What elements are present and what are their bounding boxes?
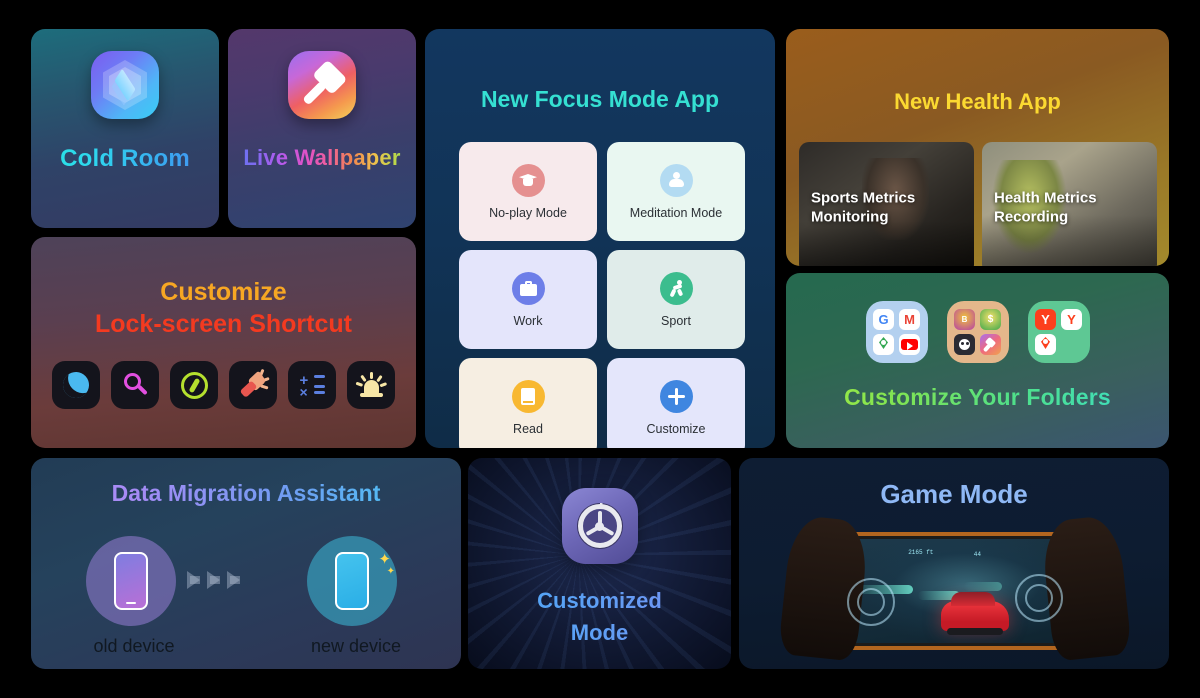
shortcut-search[interactable] xyxy=(111,361,159,409)
sports-metrics-caption: Sports Metrics Monitoring xyxy=(811,189,916,225)
customized-mode-title-line2: Mode xyxy=(468,620,731,646)
card-focus-mode-app[interactable]: New Focus Mode App No-play Mode Meditati… xyxy=(425,29,775,448)
google-icon: G xyxy=(873,309,894,330)
sparkle-icon: ✦ xyxy=(378,551,391,568)
google-folder[interactable]: G M xyxy=(865,301,928,363)
focus-tile-label: Sport xyxy=(661,313,691,328)
yandex-folder[interactable]: Y Y xyxy=(1027,301,1090,363)
shortcut-do-not-disturb[interactable] xyxy=(52,361,100,409)
old-device-label: old device xyxy=(93,636,175,656)
health-app-title: New Health App xyxy=(894,89,1061,114)
feature-showcase-board: Cold Room Live Wallpaper Customize Lock-… xyxy=(0,0,1200,698)
briefcase-icon xyxy=(511,271,545,305)
game-hud-left: 2165 ft xyxy=(908,549,934,557)
game-mode-title: Game Mode xyxy=(880,479,1028,509)
yandex-browser-icon: Y xyxy=(1035,309,1056,330)
old-phone-icon xyxy=(114,552,148,610)
migration-title: Data Migration Assistant xyxy=(31,480,461,507)
new-phone-icon xyxy=(335,552,369,610)
folder-row: G M B $ Y Y xyxy=(786,301,1169,363)
focus-mode-grid: No-play Mode Meditation Mode Work Sport … xyxy=(459,142,745,448)
meditation-person-icon xyxy=(659,163,693,197)
new-device-label: new device xyxy=(310,636,402,656)
bingo-game-icon: B xyxy=(954,309,975,330)
paint-brush-icon xyxy=(288,51,356,119)
arrow-right-icon xyxy=(207,571,220,589)
google-maps-icon xyxy=(873,334,894,355)
new-device-illustration: ✦ ✦ xyxy=(307,536,397,626)
live-wallpaper-title: Live Wallpaper xyxy=(228,145,416,171)
card-customize-folders[interactable]: G M B $ Y Y Customize Your Folders xyxy=(786,273,1169,448)
graduation-cap-icon xyxy=(511,163,545,197)
focus-tile-label: Meditation Mode xyxy=(629,205,723,220)
gear-settings-icon xyxy=(561,488,638,564)
old-device-illustration xyxy=(86,536,176,626)
yandex-app-icon: Y xyxy=(1061,309,1082,330)
arrow-right-icon xyxy=(187,571,200,589)
card-lock-screen-shortcut[interactable]: Customize Lock-screen Shortcut + × xyxy=(31,237,416,448)
search-magnifier-icon xyxy=(122,372,148,398)
focus-tile-label: Read xyxy=(513,421,543,436)
flashlight-icon xyxy=(236,368,270,401)
game-hud-right: 44 xyxy=(973,551,981,559)
folders-title: Customize Your Folders xyxy=(786,384,1169,411)
card-game-mode[interactable]: Game Mode 2165 ft 44 xyxy=(739,458,1169,669)
health-metrics-photo[interactable]: Health Metrics Recording xyxy=(982,142,1157,266)
race-car-icon xyxy=(940,592,1009,636)
card-live-wallpaper[interactable]: Live Wallpaper xyxy=(228,29,416,228)
gmail-icon: M xyxy=(899,309,920,330)
shortcut-calculator[interactable]: + × xyxy=(288,361,336,409)
card-health-app[interactable]: New Health App Sports Metrics Monitoring… xyxy=(786,29,1169,266)
siren-alarm-icon xyxy=(355,372,387,398)
games-folder[interactable]: B $ xyxy=(946,301,1009,363)
dog-game-icon xyxy=(954,334,975,355)
shortcut-compass[interactable] xyxy=(170,361,218,409)
focus-tile-label: Work xyxy=(513,313,543,328)
touch-ripple-icon xyxy=(1025,584,1053,612)
do-not-disturb-moon-icon xyxy=(59,368,93,402)
lock-screen-title-line1: Customize xyxy=(160,278,287,306)
migration-arrows xyxy=(187,571,240,589)
shortcut-flashlight[interactable] xyxy=(229,361,277,409)
focus-tile-sport[interactable]: Sport xyxy=(607,250,745,349)
arrow-right-icon xyxy=(227,571,240,589)
touch-ripple-icon xyxy=(857,588,885,616)
card-customized-mode[interactable]: Customized Mode xyxy=(468,458,731,669)
plus-icon xyxy=(659,379,693,413)
book-icon xyxy=(511,379,545,413)
focus-tile-customize[interactable]: Customize xyxy=(607,358,745,448)
card-data-migration-assistant[interactable]: Data Migration Assistant ✦ ✦ old device … xyxy=(31,458,461,669)
focus-tile-no-play-mode[interactable]: No-play Mode xyxy=(459,142,597,241)
sports-metrics-photo[interactable]: Sports Metrics Monitoring xyxy=(799,142,974,266)
focus-tile-label: Customize xyxy=(646,421,706,436)
yandex-maps-icon xyxy=(1035,334,1056,355)
focus-tile-read[interactable]: Read xyxy=(459,358,597,448)
shortcut-alarm[interactable] xyxy=(347,361,395,409)
focus-tile-label: No-play Mode xyxy=(489,205,567,220)
cube-hexagon-icon xyxy=(91,51,159,119)
sparkle-icon: ✦ xyxy=(386,566,395,577)
lock-screen-title-line2: Lock-screen Shortcut xyxy=(94,310,352,338)
lock-screen-shortcut-row: + × xyxy=(31,361,416,409)
calculator-icon: + × xyxy=(299,373,326,399)
health-metrics-caption: Health Metrics Recording xyxy=(994,189,1097,225)
focus-tile-meditation-mode[interactable]: Meditation Mode xyxy=(607,142,745,241)
card-cold-room[interactable]: Cold Room xyxy=(31,29,219,228)
coin-game-icon: $ xyxy=(980,309,1001,330)
cold-room-title: Cold Room xyxy=(31,145,219,173)
focus-tile-work[interactable]: Work xyxy=(459,250,597,349)
customized-mode-title-line1: Customized xyxy=(468,588,731,614)
running-person-icon xyxy=(659,271,693,305)
focus-mode-title: New Focus Mode App xyxy=(480,86,720,112)
compass-icon xyxy=(180,371,208,399)
youtube-icon xyxy=(899,334,920,355)
live-wallpaper-icon xyxy=(980,334,1001,355)
